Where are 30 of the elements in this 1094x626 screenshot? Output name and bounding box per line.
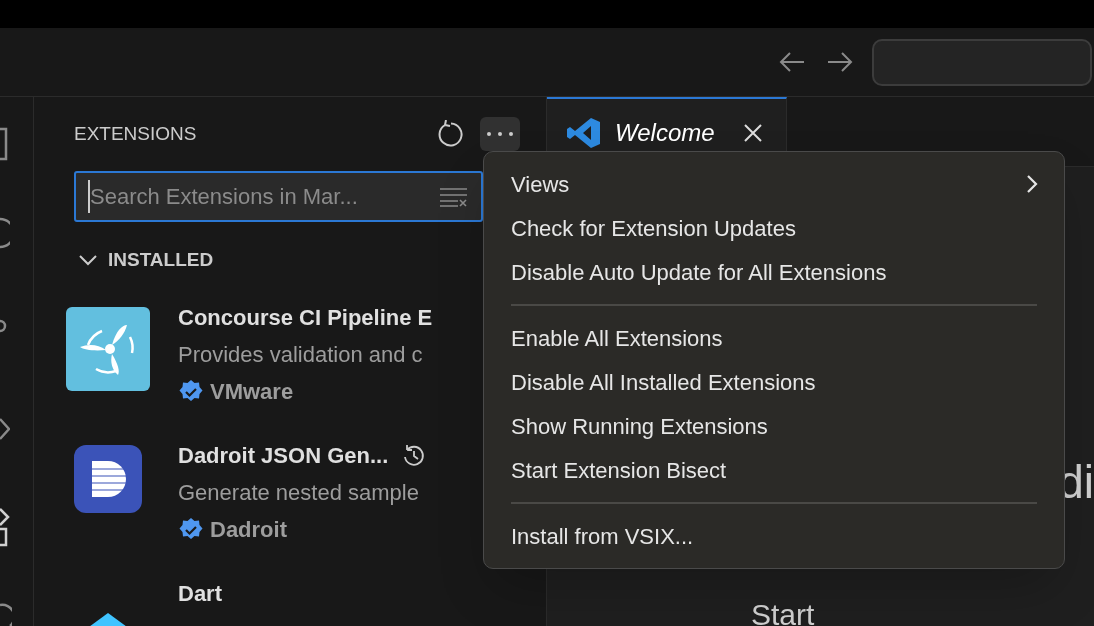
publisher-name: Dadroit xyxy=(210,516,287,544)
database-logo-icon xyxy=(74,445,142,513)
menu-item[interactable]: Disable All Installed Extensions xyxy=(484,360,1064,404)
forward-arrow-icon[interactable] xyxy=(826,50,854,74)
section-title[interactable]: INSTALLED xyxy=(108,245,214,275)
panel-title: EXTENSIONS xyxy=(74,121,198,146)
search-field[interactable]: Search Extensions in Mar... xyxy=(74,171,483,222)
menu-item[interactable]: Check for Extension Updates xyxy=(484,206,1064,250)
extension-name: Concourse CI Pipeline E xyxy=(178,304,433,332)
command-center-field[interactable] xyxy=(872,38,1092,86)
extension-description: Generate nested sample xyxy=(178,479,420,507)
menu-item[interactable]: Start Extension Bisect xyxy=(484,448,1064,492)
menu-item[interactable]: Enable All Extensions xyxy=(484,316,1064,360)
extension-name: Dart xyxy=(178,580,222,608)
section-heading: Start xyxy=(751,600,815,626)
back-arrow-icon[interactable] xyxy=(778,50,806,74)
refresh-icon[interactable] xyxy=(436,120,464,148)
turbine-logo-icon xyxy=(66,307,150,391)
clear-filter-icon[interactable] xyxy=(439,185,469,208)
extension-description: Provides validation and c xyxy=(178,341,424,369)
publisher-name: VMware xyxy=(210,378,294,406)
code-editor-logo-icon xyxy=(567,117,601,149)
extension-name: Dadroit JSON Gen... xyxy=(178,442,389,470)
close-icon[interactable] xyxy=(742,123,763,143)
more-actions-button[interactable] xyxy=(480,117,520,151)
menu-item[interactable]: Disable Auto Update for All Extensions xyxy=(484,250,1064,294)
menu-item[interactable]: Install from VSIX... xyxy=(484,514,1064,558)
ellipsis-icon xyxy=(486,131,514,137)
menu-item[interactable]: Show Running Extensions xyxy=(484,404,1064,448)
chevron-down-icon[interactable] xyxy=(78,254,98,266)
